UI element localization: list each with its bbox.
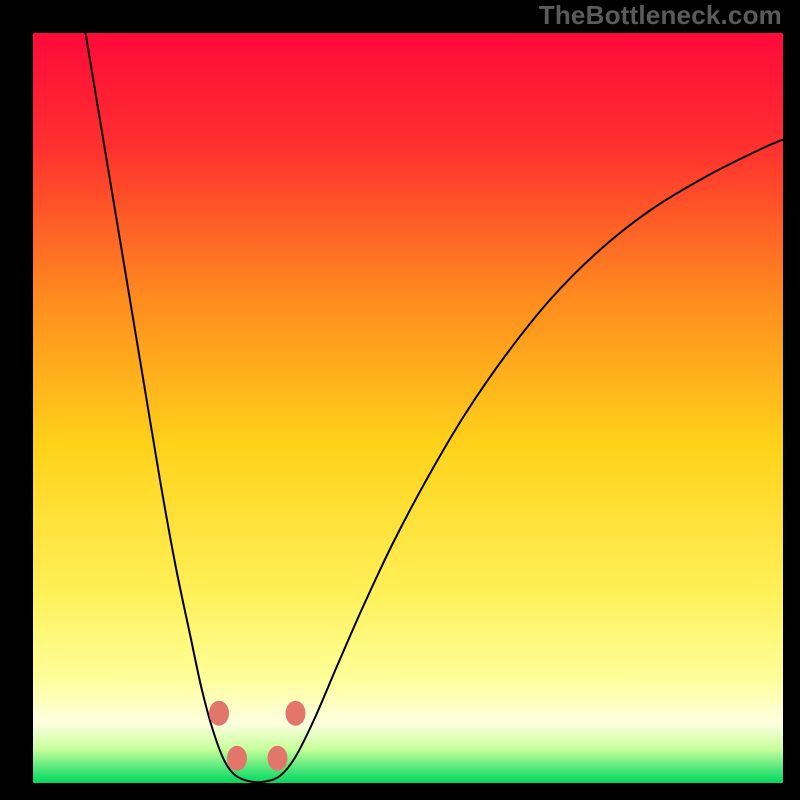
chart-svg	[33, 33, 783, 783]
highlight-dot	[227, 746, 247, 771]
gradient-background	[33, 33, 783, 783]
highlight-dot	[286, 701, 306, 726]
chart-frame: TheBottleneck.com	[0, 0, 800, 800]
highlight-dot	[268, 746, 288, 771]
watermark-text: TheBottleneck.com	[539, 0, 782, 31]
plot-area	[33, 33, 783, 783]
highlight-dot	[209, 701, 229, 726]
